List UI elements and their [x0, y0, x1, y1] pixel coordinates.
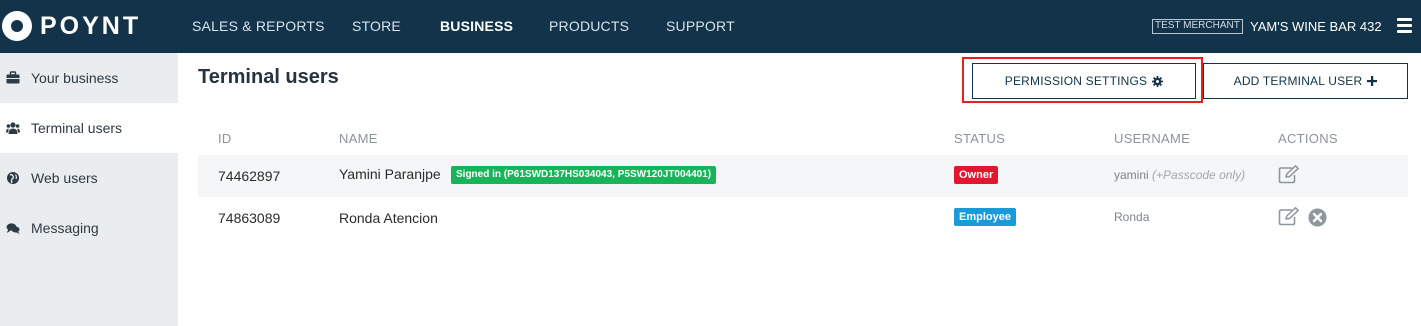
- nav-sales-reports[interactable]: SALES & REPORTS: [192, 0, 325, 53]
- hamburger-icon[interactable]: [1397, 18, 1412, 33]
- column-header-name: NAME: [339, 131, 378, 146]
- username: Ronda: [1114, 210, 1149, 224]
- username-note: (+Passcode only): [1152, 168, 1246, 182]
- sidebar-item-your-business[interactable]: Your business: [0, 53, 178, 103]
- gear-icon: [1152, 75, 1164, 87]
- user-name: Yamini Paranjpe: [339, 166, 441, 182]
- sidebar-item-web-users[interactable]: Web users: [0, 153, 178, 203]
- chat-icon: [6, 223, 20, 234]
- user-id: 74462897: [218, 168, 281, 184]
- username: yamini (+Passcode only): [1114, 168, 1245, 182]
- globe-icon: [7, 172, 19, 184]
- sidebar-item-messaging[interactable]: Messaging: [0, 203, 178, 253]
- edit-icon[interactable]: [1278, 207, 1300, 226]
- column-header-id: ID: [218, 131, 232, 146]
- plus-icon: [1367, 76, 1378, 86]
- sidebar-item-label: Messaging: [31, 220, 99, 236]
- sidebar-item-label: Your business: [31, 70, 119, 86]
- nav-business[interactable]: BUSINESS: [440, 0, 513, 53]
- add-terminal-user-button[interactable]: ADD TERMINAL USER: [1203, 63, 1408, 99]
- delete-icon[interactable]: [1308, 208, 1327, 227]
- table-row: 74863089 Ronda Atencion Employee Ronda: [198, 197, 1408, 239]
- permission-settings-button[interactable]: PERMISSION SETTINGS: [972, 63, 1196, 99]
- sidebar-item-label: Web users: [31, 170, 98, 186]
- page-title: Terminal users: [198, 66, 339, 88]
- column-header-status: STATUS: [954, 131, 1006, 146]
- username-value: yamini: [1114, 168, 1149, 182]
- user-name: Ronda Atencion: [339, 210, 438, 226]
- status-badge: Employee: [954, 208, 1016, 226]
- user-id: 74863089: [218, 210, 281, 226]
- poynt-logo[interactable]: POYNT: [2, 11, 141, 41]
- brand-name: POYNT: [40, 11, 142, 40]
- sidebar: Your business Terminal users Web users M…: [0, 53, 178, 326]
- add-terminal-user-label: ADD TERMINAL USER: [1233, 74, 1363, 88]
- sidebar-item-terminal-users[interactable]: Terminal users: [0, 103, 178, 153]
- users-icon: [6, 122, 20, 134]
- top-navigation-bar: POYNT SALES & REPORTS STORE BUSINESS PRO…: [0, 0, 1421, 53]
- edit-icon[interactable]: [1278, 165, 1300, 184]
- username-value: Ronda: [1114, 210, 1150, 224]
- nav-support[interactable]: SUPPORT: [666, 0, 735, 53]
- sidebar-item-label: Terminal users: [31, 120, 123, 136]
- column-header-actions: ACTIONS: [1278, 131, 1338, 146]
- table-row: 74462897 Yamini Paranjpe Signed in (P61S…: [198, 155, 1408, 197]
- merchant-name[interactable]: YAM'S WINE BAR 432: [1250, 0, 1382, 53]
- poynt-logo-icon: [2, 11, 32, 41]
- column-header-username: USERNAME: [1114, 131, 1191, 146]
- permission-settings-label: PERMISSION SETTINGS: [1004, 74, 1148, 88]
- nav-store[interactable]: STORE: [352, 0, 401, 53]
- briefcase-icon: [6, 71, 20, 84]
- status-badge: Owner: [954, 166, 999, 184]
- test-merchant-badge: TEST MERCHANT: [1152, 19, 1243, 34]
- nav-products[interactable]: PRODUCTS: [549, 0, 629, 53]
- signed-in-badge: Signed in (P61SWD137HS034043, P5SW120JT0…: [451, 166, 717, 184]
